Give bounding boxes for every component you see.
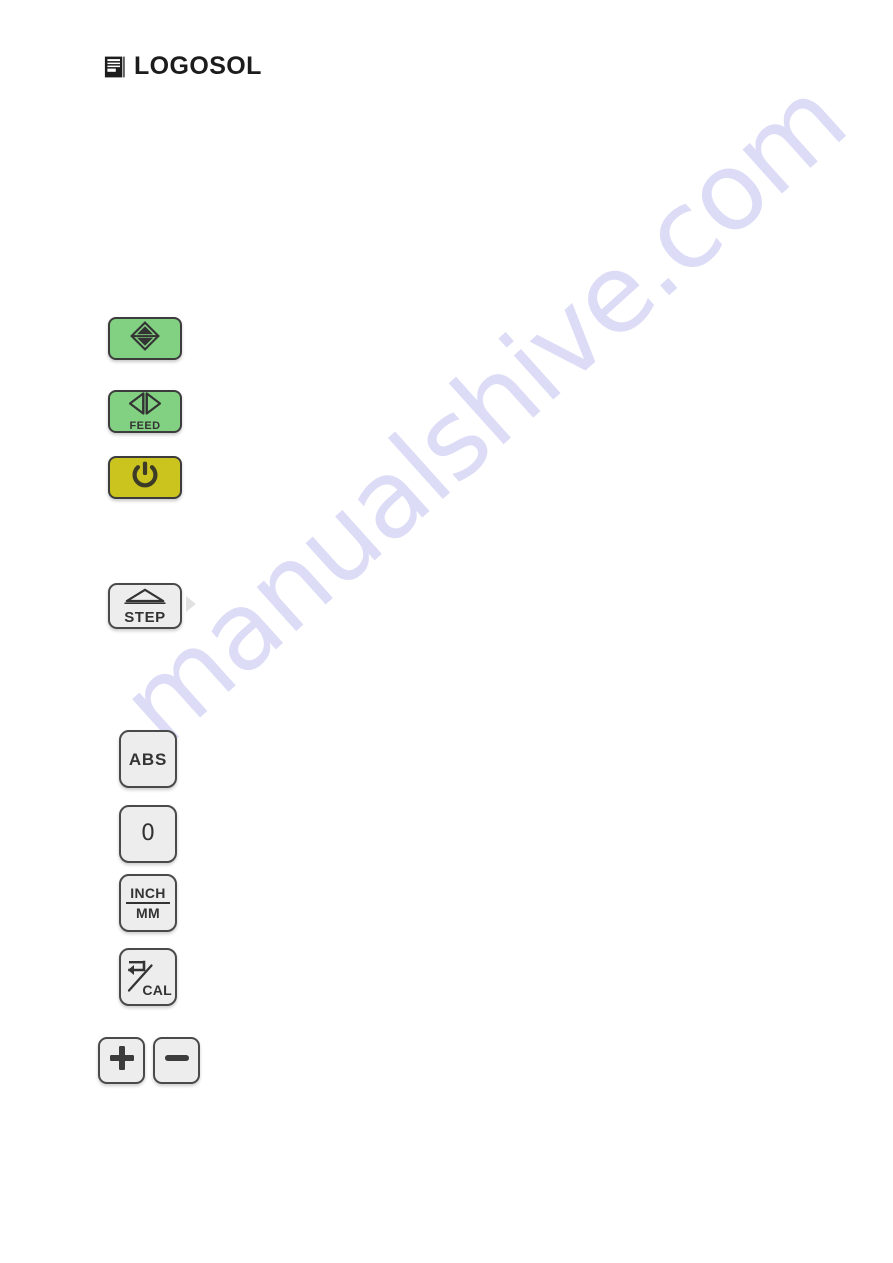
up-down-diamond-arrows-icon — [130, 321, 160, 356]
abs-key[interactable]: ABS — [119, 730, 177, 788]
feed-key[interactable]: FEED — [108, 390, 182, 433]
minus-icon — [163, 1044, 191, 1077]
up-down-adjust-key[interactable] — [108, 317, 182, 360]
zero-key[interactable]: 0 — [119, 805, 177, 863]
plus-icon — [108, 1044, 136, 1077]
plus-key[interactable] — [98, 1037, 145, 1084]
step-key-label: STEP — [124, 608, 166, 626]
brand-logo: LOGOSOL — [104, 54, 262, 79]
feed-key-label: FEED — [129, 419, 161, 432]
cal-key[interactable]: CAL — [119, 948, 177, 1006]
inch-mm-key-label-bottom: MM — [136, 905, 160, 921]
power-icon — [130, 460, 160, 495]
zero-key-label: 0 — [141, 821, 155, 846]
right-triangle-hint-icon — [186, 596, 196, 612]
inch-mm-key[interactable]: INCH MM — [119, 874, 177, 932]
up-triangle-outline-icon — [123, 588, 167, 609]
fraction-bar-icon: INCH MM — [126, 886, 170, 920]
inch-mm-key-label-top: INCH — [130, 885, 166, 901]
cal-key-label: CAL — [142, 982, 172, 998]
brand-wordmark: LOGOSOL — [134, 52, 262, 80]
step-key[interactable]: STEP — [108, 583, 182, 629]
minus-key[interactable] — [153, 1037, 200, 1084]
logosol-layers-icon — [104, 56, 125, 78]
power-key[interactable] — [108, 456, 182, 499]
left-right-triangles-icon — [128, 391, 162, 420]
abs-key-label: ABS — [128, 749, 168, 769]
